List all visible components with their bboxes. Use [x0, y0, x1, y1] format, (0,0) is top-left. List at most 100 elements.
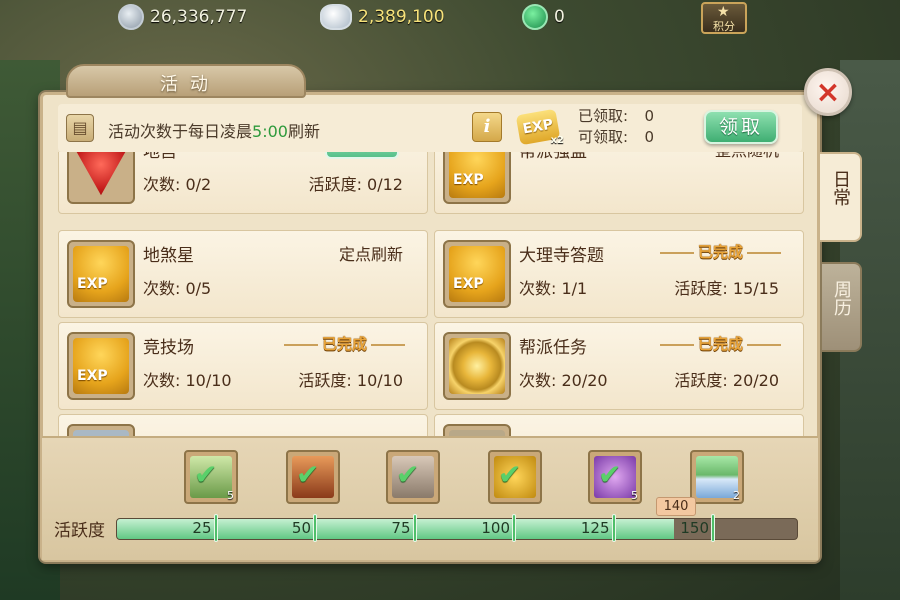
activity-count: 次数: 20/20: [519, 371, 608, 390]
star-icon: ★: [717, 4, 730, 20]
reward-qty: 5: [227, 489, 234, 502]
milestone-tick: [412, 514, 417, 542]
activity-count: 次数: 0/2: [143, 175, 212, 194]
milestone-tick: [512, 514, 516, 542]
gold-currency: 2,389,100: [320, 4, 445, 30]
claim-button[interactable]: 领取: [704, 110, 778, 144]
tab-weekly-label: 周历: [831, 280, 852, 316]
milestone-label: 50: [291, 519, 311, 537]
activity-card-dalisi-dati[interactable]: 大理寺答题 已完成 次数: 1/1 活跃度: 15/15: [434, 230, 804, 318]
activity-points: 活跃度: 0/12: [308, 175, 403, 194]
help-button[interactable]: i: [472, 112, 502, 142]
activity-icon: [443, 424, 511, 436]
score-label: 积分: [713, 20, 735, 33]
activity-points-label: 活跃度: [54, 521, 105, 541]
milestone-tick: [711, 514, 715, 542]
go-button[interactable]: 前往: [325, 152, 399, 159]
reward-chest-1[interactable]: ✔ 5: [184, 450, 238, 504]
reward-chest-4[interactable]: ✔: [488, 450, 542, 504]
activity-card-digong[interactable]: 地宫 前往 次数: 0/2 活跃度: 0/12: [58, 152, 428, 214]
close-button[interactable]: ×: [804, 68, 852, 116]
info-bar: ▤ 活动次数于每日凌晨5:00刷新 i EXP x2 已领取: 0 可领取: 0 领…: [58, 104, 802, 152]
refresh-notice-prefix: 活动次数于每日凌晨: [108, 122, 253, 141]
activity-name: 大理寺答题: [519, 246, 604, 266]
milestone-label: 25: [192, 519, 212, 537]
panel-title: 活动: [160, 74, 220, 95]
activity-name: 地煞星: [143, 246, 194, 266]
milestone-tick: [611, 514, 616, 542]
refresh-notice: 活动次数于每日凌晨5:00刷新: [108, 118, 320, 142]
exp-multiplier: x2: [550, 135, 564, 146]
activity-name: 帮派强盗: [519, 152, 587, 162]
current-points-bubble: 140: [656, 497, 696, 516]
reward-chest-2[interactable]: ✔: [286, 450, 340, 504]
jade-value: 0: [554, 7, 565, 27]
activity-name: 地宫: [143, 152, 177, 162]
check-icon: ✔: [296, 458, 320, 491]
tab-daily[interactable]: 日常: [820, 152, 862, 242]
score-button[interactable]: ★ 积分: [701, 2, 747, 34]
exp-double-icon: EXP x2: [515, 106, 564, 148]
activity-count: 次数: 10/10: [143, 371, 232, 390]
jade-add-icon[interactable]: [522, 4, 548, 30]
milestone-label: 75: [391, 519, 411, 537]
activity-count: 次数: 0/5: [143, 279, 212, 298]
milestone-label: 125: [580, 519, 610, 537]
silver-ingot-icon: [320, 4, 352, 30]
exp-doll-icon: [67, 240, 135, 308]
exp-doll-icon: [443, 152, 511, 204]
claimed-value: 0: [644, 107, 655, 125]
red-gem-icon: [67, 152, 135, 204]
activity-card-partial[interactable]: [434, 414, 804, 436]
completed-badge: 已完成: [656, 241, 785, 262]
milestone-label: 100: [481, 519, 510, 537]
activity-card-bangpai-renwu[interactable]: 帮派任务 已完成 次数: 20/20 活跃度: 20/20: [434, 322, 804, 410]
claimable-label: 可领取:: [578, 128, 629, 146]
silver-value: 26,336,777: [150, 7, 248, 27]
exp-doll-icon: [443, 240, 511, 308]
check-icon: ✔: [498, 458, 522, 491]
activity-schedule: 整点随机: [715, 152, 779, 161]
activity-name: 帮派任务: [519, 338, 587, 358]
completed-badge: 已完成: [280, 333, 409, 354]
silver-currency: 26,336,777: [118, 4, 247, 30]
milestone-tick: [313, 514, 317, 542]
check-icon: ✔: [598, 458, 622, 491]
activity-card-jingjichang[interactable]: 竞技场 已完成 次数: 10/10 活跃度: 10/10: [58, 322, 428, 410]
currency-bar: 26,336,777 2,389,100 0 ★ 积分: [0, 0, 900, 36]
activity-name: 竞技场: [143, 338, 194, 358]
claimed-label: 已领取:: [578, 107, 629, 125]
activity-card-bangpai-qiangdao[interactable]: 帮派强盗 整点随机: [434, 152, 804, 214]
plant-vase-icon: [696, 456, 738, 498]
close-icon: ×: [815, 75, 841, 110]
refresh-time: 5:00: [252, 122, 288, 141]
reward-chest-3[interactable]: ✔: [386, 450, 440, 504]
claimable-value: 0: [644, 128, 655, 146]
activity-icon: [67, 424, 135, 436]
reward-qty: 2: [733, 489, 740, 502]
panel-title-tab: 活动: [66, 64, 306, 98]
reward-chest-5[interactable]: ✔ 5: [588, 450, 642, 504]
activity-list[interactable]: 地宫 前往 次数: 0/2 活跃度: 0/12 帮派强盗 整点随机 地煞星 定点…: [58, 152, 806, 436]
activity-points: 活跃度: 10/10: [298, 371, 403, 390]
milestone-label: 150: [680, 519, 709, 537]
activity-points: 活跃度: 20/20: [674, 371, 779, 390]
check-icon: ✔: [194, 458, 218, 491]
activity-points: 活跃度: 15/15: [674, 279, 779, 298]
jade-currency[interactable]: 0: [522, 4, 565, 30]
tab-daily-label: 日常: [830, 170, 851, 206]
activity-card-dishaxing[interactable]: 地煞星 定点刷新 次数: 0/5: [58, 230, 428, 318]
activity-card-partial[interactable]: [58, 414, 428, 436]
silver-coin-icon: [118, 4, 144, 30]
activity-count: 次数: 1/1: [519, 279, 588, 298]
calendar-icon: ▤: [66, 114, 94, 142]
check-icon: ✔: [396, 458, 420, 491]
reward-chest-6[interactable]: 2: [690, 450, 744, 504]
refresh-notice-suffix: 刷新: [287, 122, 320, 141]
claim-info: 已领取: 0 可领取: 0: [578, 106, 654, 148]
exp-doll-icon: [67, 332, 135, 400]
gold-ring-icon: [443, 332, 511, 400]
tab-weekly[interactable]: 周历: [820, 262, 862, 352]
completed-badge: 已完成: [656, 333, 785, 354]
reward-qty: 5: [631, 489, 638, 502]
